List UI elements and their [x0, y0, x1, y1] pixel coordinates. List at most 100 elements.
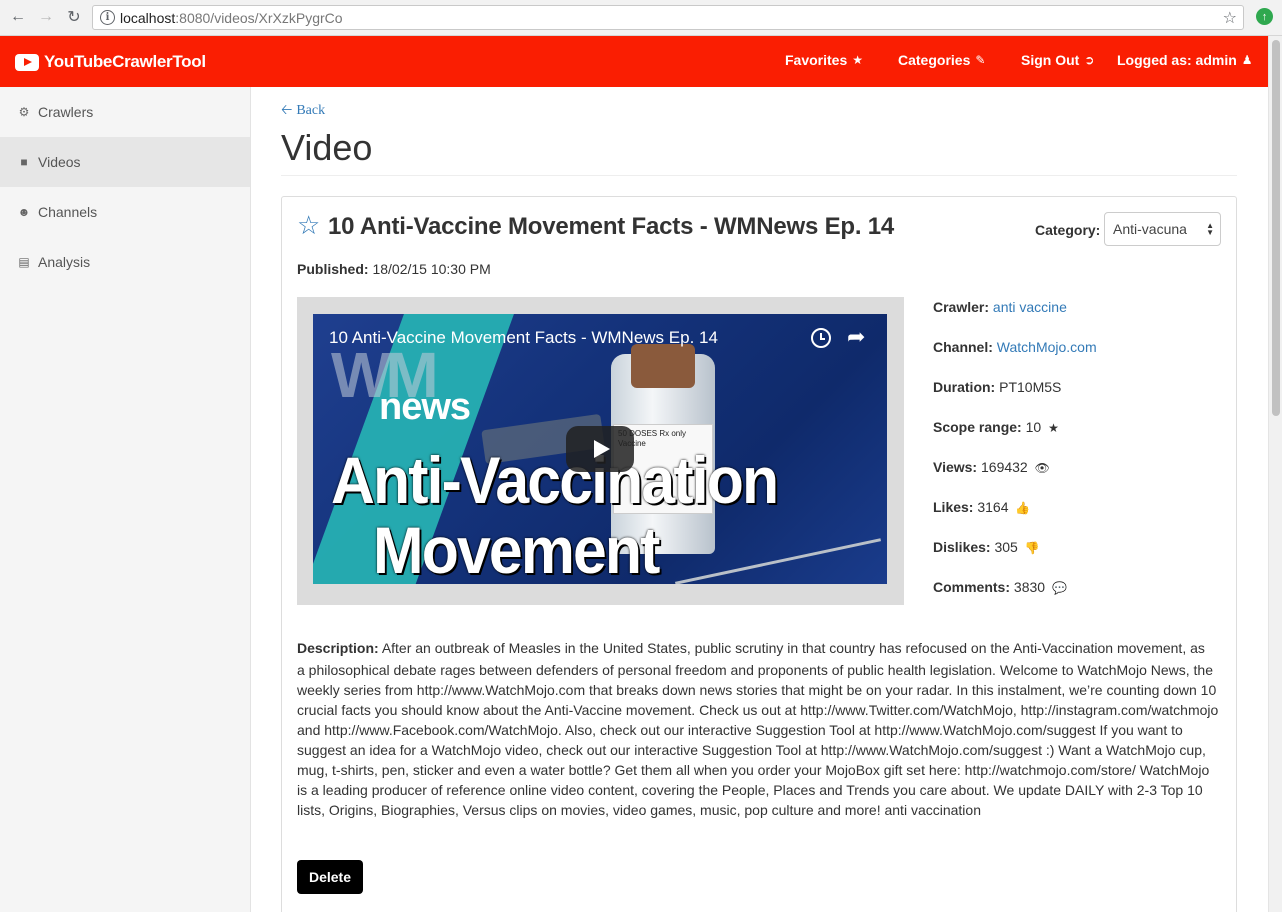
- browser-toolbar: ← → ↻ i localhost:8080/videos/XrXzkPygrC…: [0, 0, 1282, 36]
- back-link[interactable]: 🡠 Back: [281, 99, 325, 123]
- page-title: Video: [281, 127, 373, 168]
- back-arrow-icon[interactable]: ←: [8, 7, 28, 27]
- video-embed-frame: WM news 50 DOSES Rx only Vaccine Anti-Va…: [297, 297, 904, 605]
- select-arrows-icon: ▲ ▼: [1206, 221, 1214, 237]
- description-text: a philosophical debate rages between def…: [297, 662, 1219, 818]
- meta-likes: Likes: 3164 👍: [933, 499, 1030, 515]
- sidebar-item-label: Crawlers: [38, 104, 94, 120]
- address-bar[interactable]: i localhost:8080/videos/XrXzkPygrCo ☆: [92, 5, 1244, 30]
- favorite-star-icon[interactable]: ☆: [297, 212, 320, 238]
- arrow-left-icon: 🡠: [281, 103, 293, 118]
- scrollbar-thumb[interactable]: [1272, 40, 1280, 416]
- meta-label: Channel:: [933, 339, 993, 355]
- video-panel: ☆ 10 Anti-Vaccine Movement Facts - WMNew…: [281, 196, 1237, 912]
- cogs-icon: ⚙: [18, 105, 30, 119]
- delete-button[interactable]: Delete: [297, 860, 363, 894]
- watch-later-icon[interactable]: [811, 328, 831, 348]
- eye-icon: 👁: [1034, 461, 1050, 475]
- meta-comments: Comments: 3830 💬: [933, 579, 1067, 595]
- categories-link[interactable]: Categories ✎: [898, 52, 985, 68]
- player-overlay-title[interactable]: 10 Anti-Vaccine Movement Facts - WMNews …: [329, 328, 718, 348]
- bar-chart-icon: ▤: [18, 255, 30, 269]
- meta-crawler: Crawler: anti vaccine: [933, 299, 1067, 315]
- sidebar-item-label: Videos: [38, 154, 81, 170]
- channel-link[interactable]: WatchMojo.com: [997, 339, 1097, 355]
- sidebar-item-videos[interactable]: ■ Videos: [0, 137, 250, 187]
- youtube-play-icon: [15, 53, 39, 71]
- forward-arrow-icon[interactable]: →: [36, 7, 56, 27]
- description-first-line: Description: After an outbreak of Measle…: [297, 638, 1222, 658]
- meta-value: 3164: [977, 499, 1009, 515]
- thumbs-up-icon: 👍: [1015, 501, 1031, 515]
- info-icon[interactable]: i: [100, 10, 115, 25]
- meta-label: Duration:: [933, 379, 996, 395]
- meta-label: Likes:: [933, 499, 974, 515]
- reload-icon[interactable]: ↻: [64, 7, 84, 27]
- brand-label: YouTubeCrawlerTool: [44, 52, 206, 71]
- meta-label: Views:: [933, 459, 978, 475]
- description-label: Description:: [297, 640, 379, 656]
- sidebar-item-label: Analysis: [38, 254, 91, 270]
- category-selected-value: Anti-vacuna: [1113, 221, 1187, 237]
- sidebar-item-analysis[interactable]: ▤ Analysis: [0, 237, 250, 287]
- thumbnail-headline-1: Anti-Vaccination: [331, 443, 779, 517]
- thumbs-down-icon: 👎: [1024, 541, 1040, 555]
- meta-value: 3830: [1013, 579, 1046, 595]
- published-label: Published:: [297, 261, 369, 277]
- star-icon: ★: [852, 53, 864, 67]
- category-label: Category:: [1035, 222, 1101, 238]
- video-title: 10 Anti-Vaccine Movement Facts - WMNews …: [328, 213, 895, 240]
- logged-as-link[interactable]: Logged as: admin ♟: [1117, 52, 1253, 68]
- thumbnail-headline-2: Movement: [373, 513, 660, 584]
- meta-label: Scope range:: [933, 419, 1022, 435]
- page-scrollbar[interactable]: [1268, 36, 1282, 912]
- url-text: localhost:8080/videos/XrXzkPygrCo: [120, 10, 343, 26]
- video-camera-icon: ■: [20, 155, 28, 169]
- bookmark-star-icon[interactable]: ☆: [1223, 8, 1237, 28]
- divider: [281, 175, 1237, 176]
- share-icon[interactable]: ➦: [847, 324, 865, 350]
- star-icon: ★: [1048, 421, 1059, 435]
- video-description: Description: After an outbreak of Measle…: [297, 638, 1222, 820]
- meta-label: Crawler:: [933, 299, 990, 315]
- meta-value: 305: [994, 539, 1018, 555]
- sign-out-label: Sign Out: [1021, 52, 1080, 68]
- sidebar-item-label: Channels: [38, 204, 98, 220]
- category-select[interactable]: Anti-vacuna ▲ ▼: [1104, 212, 1221, 246]
- meta-views: Views: 169432 👁: [933, 459, 1050, 475]
- meta-label: Dislikes:: [933, 539, 991, 555]
- thumbnail-vial-cap: [631, 344, 695, 388]
- sidebar-item-channels[interactable]: ☻ Channels: [0, 187, 250, 237]
- published-row: Published: 18/02/15 10:30 PM: [297, 261, 491, 277]
- favorites-label: Favorites: [785, 52, 848, 68]
- categories-label: Categories: [898, 52, 971, 68]
- published-value: 18/02/15 10:30 PM: [372, 261, 491, 277]
- meta-duration: Duration: PT10M5S: [933, 379, 1061, 395]
- sign-out-link[interactable]: Sign Out ➲: [1021, 52, 1094, 68]
- crawler-link[interactable]: anti vaccine: [993, 299, 1067, 315]
- meta-value: PT10M5S: [999, 379, 1062, 395]
- edit-icon: ✎: [975, 53, 986, 67]
- sidebar: ⚙ Crawlers ■ Videos ☻ Channels ▤ Analysi…: [0, 87, 251, 912]
- meta-value: 10: [1025, 419, 1042, 435]
- app-navbar: YouTubeCrawlerTool Favorites ★ Categorie…: [0, 36, 1268, 87]
- brand-link[interactable]: YouTubeCrawlerTool: [15, 51, 206, 73]
- meta-dislikes: Dislikes: 305 👎: [933, 539, 1040, 555]
- logged-as-label: Logged as: admin: [1117, 52, 1237, 68]
- back-label: Back: [296, 103, 326, 118]
- user-icon: ♟: [1241, 53, 1253, 67]
- meta-value: 169432: [981, 459, 1028, 475]
- video-player[interactable]: WM news 50 DOSES Rx only Vaccine Anti-Va…: [313, 314, 887, 584]
- meta-label: Comments:: [933, 579, 1011, 595]
- play-button[interactable]: [566, 426, 634, 472]
- thumbnail-news-text: news: [379, 386, 471, 428]
- extension-icon[interactable]: ↑: [1256, 8, 1273, 25]
- sign-out-icon: ➲: [1084, 53, 1095, 67]
- favorites-link[interactable]: Favorites ★: [785, 52, 863, 68]
- comment-icon: 💬: [1051, 581, 1067, 595]
- users-icon: ☻: [17, 205, 31, 219]
- description-text-start: After an outbreak of Measles in the Unit…: [381, 640, 1205, 656]
- sidebar-item-crawlers[interactable]: ⚙ Crawlers: [0, 87, 250, 137]
- meta-channel: Channel: WatchMojo.com: [933, 339, 1097, 355]
- meta-scope: Scope range: 10 ★: [933, 419, 1059, 435]
